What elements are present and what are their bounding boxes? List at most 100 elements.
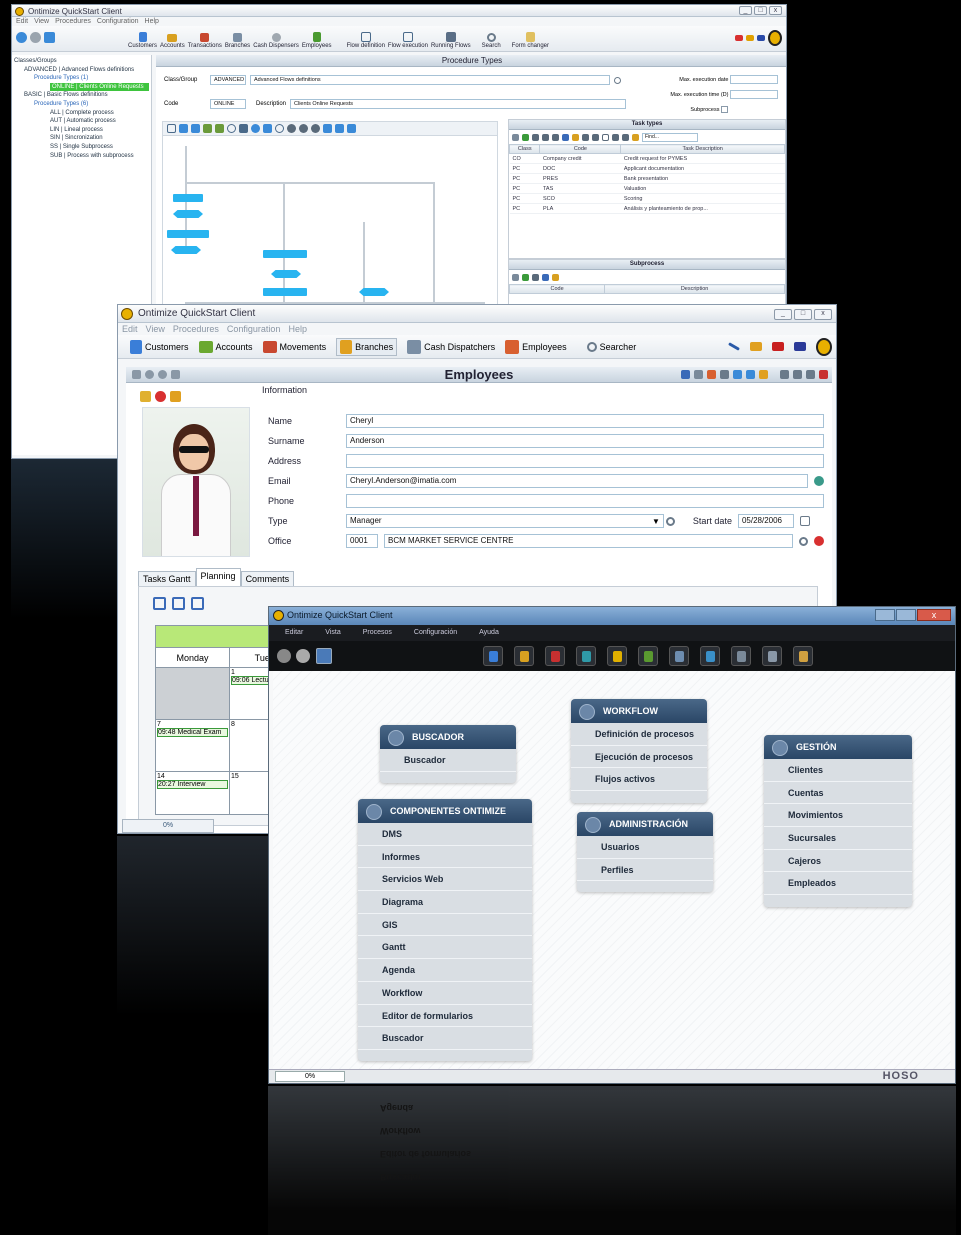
tree-sin[interactable]: SIN | Sincronization bbox=[14, 134, 149, 143]
menu-item-sucursales[interactable]: Sucursales bbox=[764, 827, 912, 850]
first-record-icon[interactable] bbox=[132, 370, 141, 379]
menu-item-usuarios[interactable]: Usuarios bbox=[577, 836, 713, 859]
menu-view[interactable]: View bbox=[146, 324, 165, 334]
menu-configuracion[interactable]: Configuración bbox=[414, 629, 457, 641]
report-icon[interactable] bbox=[746, 370, 755, 379]
flag-de-icon[interactable] bbox=[772, 342, 784, 351]
toolbar-app-icon[interactable] bbox=[731, 646, 751, 666]
start-date-field[interactable]: 05/28/2006 bbox=[737, 514, 794, 528]
circle-tool-icon[interactable] bbox=[299, 124, 308, 133]
class-group-search-icon[interactable] bbox=[614, 76, 621, 84]
col-description[interactable]: Description bbox=[604, 284, 785, 294]
prev-record-icon[interactable] bbox=[145, 370, 154, 379]
maximize-button[interactable] bbox=[896, 609, 916, 621]
flow-node[interactable] bbox=[263, 288, 307, 296]
menu-item-ejecucion-procesos[interactable]: Ejecución de procesos bbox=[571, 746, 707, 769]
toolbar-form-changer[interactable]: Form changer bbox=[512, 32, 549, 49]
toolbar-accounts[interactable]: Accounts bbox=[160, 34, 185, 49]
toolbar-branches[interactable]: Branches bbox=[225, 33, 250, 49]
send-email-icon[interactable] bbox=[814, 476, 824, 486]
toolbar-cash-dispensers[interactable]: Cash Dispensers bbox=[253, 33, 299, 49]
task-tool-icon[interactable] bbox=[179, 124, 188, 133]
toolbar-customers[interactable]: Customers bbox=[128, 32, 157, 49]
tab-tasks-gantt[interactable]: Tasks Gantt bbox=[138, 571, 196, 587]
type-search-icon[interactable] bbox=[665, 516, 675, 526]
last-record-icon[interactable] bbox=[171, 370, 180, 379]
address-field[interactable] bbox=[346, 454, 824, 468]
office-code-field[interactable]: 0001 bbox=[346, 534, 378, 548]
excel-icon[interactable] bbox=[522, 133, 529, 141]
toolbar-app-icon[interactable] bbox=[545, 646, 565, 666]
surname-field[interactable]: Anderson bbox=[346, 434, 824, 448]
export-icon[interactable] bbox=[632, 133, 639, 141]
tree-advanced[interactable]: ADVANCED | Advanced Flows definitions bbox=[14, 66, 149, 75]
menu-item-perfiles[interactable]: Perfiles bbox=[577, 859, 713, 882]
import-tool-icon[interactable] bbox=[335, 124, 344, 133]
filter-icon[interactable] bbox=[793, 370, 802, 379]
toolbar-searcher[interactable]: Searcher bbox=[586, 341, 636, 352]
flag-uk-icon[interactable] bbox=[794, 342, 806, 351]
export-icon[interactable] bbox=[733, 370, 742, 379]
circle-tool-icon[interactable] bbox=[287, 124, 296, 133]
tree-lin[interactable]: LIN | Lineal process bbox=[14, 126, 149, 135]
menu-item-gantt[interactable]: Gantt bbox=[358, 936, 532, 960]
toolbar-transactions[interactable]: Transactions bbox=[188, 33, 222, 49]
flag-es-icon[interactable] bbox=[750, 342, 762, 351]
subprocess-checkbox[interactable] bbox=[721, 106, 728, 114]
tree-procedure-types-1[interactable]: Procedure Types (1) bbox=[14, 74, 149, 83]
circle-tool-icon[interactable] bbox=[311, 124, 320, 133]
chart-icon[interactable] bbox=[532, 133, 539, 141]
minimize-button[interactable] bbox=[875, 609, 895, 621]
menu-item-movimientos[interactable]: Movimientos bbox=[764, 804, 912, 828]
stop-icon[interactable] bbox=[296, 649, 310, 663]
calendar-cell[interactable]: 7 09:48 Medical Exam bbox=[156, 720, 230, 771]
toolbar-cash-dispatchers[interactable]: Cash Dispatchers bbox=[407, 339, 495, 354]
menu-edit[interactable]: Edit bbox=[122, 324, 138, 334]
maximize-button[interactable]: □ bbox=[754, 6, 767, 15]
menu-item-empleados[interactable]: Empleados bbox=[764, 872, 912, 896]
layout-tool-icon[interactable] bbox=[263, 124, 272, 133]
toolbar-search[interactable]: Search bbox=[482, 33, 501, 49]
toolbar-customers[interactable]: Customers bbox=[130, 339, 189, 354]
menu-item-informes[interactable]: Informes bbox=[358, 846, 532, 869]
clock-tool-icon[interactable] bbox=[275, 124, 284, 133]
doc-icon[interactable] bbox=[806, 370, 815, 379]
nav-back-icon[interactable] bbox=[16, 32, 27, 43]
menu-item-clientes[interactable]: Clientes bbox=[764, 759, 912, 782]
toolbar-accounts[interactable]: Accounts bbox=[198, 340, 253, 353]
chart-icon[interactable] bbox=[707, 370, 716, 379]
office-search-icon[interactable] bbox=[799, 536, 808, 546]
edit-icon[interactable] bbox=[728, 342, 740, 351]
flow-node[interactable] bbox=[263, 250, 307, 258]
menu-edit[interactable]: Edit bbox=[16, 18, 28, 25]
flag-de-icon[interactable] bbox=[746, 35, 754, 41]
back-icon[interactable] bbox=[277, 649, 291, 663]
toolbar-movements[interactable]: Movements bbox=[262, 340, 326, 353]
close-button[interactable]: x bbox=[769, 6, 782, 15]
toolbar-app-icon[interactable] bbox=[607, 646, 627, 666]
sum-icon[interactable] bbox=[622, 133, 629, 141]
close-button[interactable]: x bbox=[917, 609, 951, 621]
flow-decision-node[interactable] bbox=[271, 270, 301, 278]
toolbar-app-icon[interactable] bbox=[638, 646, 658, 666]
tree-aut[interactable]: AUT | Automatic process bbox=[14, 117, 149, 126]
table-row[interactable]: PC DOC Applicant documentation bbox=[509, 163, 785, 174]
menu-configuration[interactable]: Configuration bbox=[97, 18, 139, 25]
toolbar-running-flows[interactable]: Running Flows bbox=[431, 32, 471, 49]
email-field[interactable]: Cheryl.Anderson@imatia.com bbox=[346, 474, 808, 488]
class-group-desc-field[interactable]: Advanced Flows definitions bbox=[250, 75, 610, 85]
group-icon[interactable] bbox=[612, 133, 619, 141]
menu-item-editor-formularios[interactable]: Editor de formularios bbox=[358, 1005, 532, 1028]
tree-online[interactable]: ONLINE | Clients Online Requests bbox=[50, 82, 149, 92]
type-select[interactable]: Manager bbox=[346, 514, 664, 528]
menu-ayuda[interactable]: Ayuda bbox=[479, 629, 499, 641]
tree-root[interactable]: Classes/Groups bbox=[14, 57, 149, 66]
week-view-icon[interactable] bbox=[172, 597, 185, 610]
refresh-icon[interactable] bbox=[572, 133, 579, 141]
toolbar-app-icon[interactable] bbox=[762, 646, 782, 666]
grid-icon[interactable] bbox=[592, 133, 599, 141]
menu-item-gis[interactable]: GIS bbox=[358, 914, 532, 937]
menu-item-buscador-2[interactable]: Buscador bbox=[358, 1027, 532, 1050]
decision-tool-icon[interactable] bbox=[191, 124, 200, 133]
menu-item-cajeros[interactable]: Cajeros bbox=[764, 850, 912, 873]
